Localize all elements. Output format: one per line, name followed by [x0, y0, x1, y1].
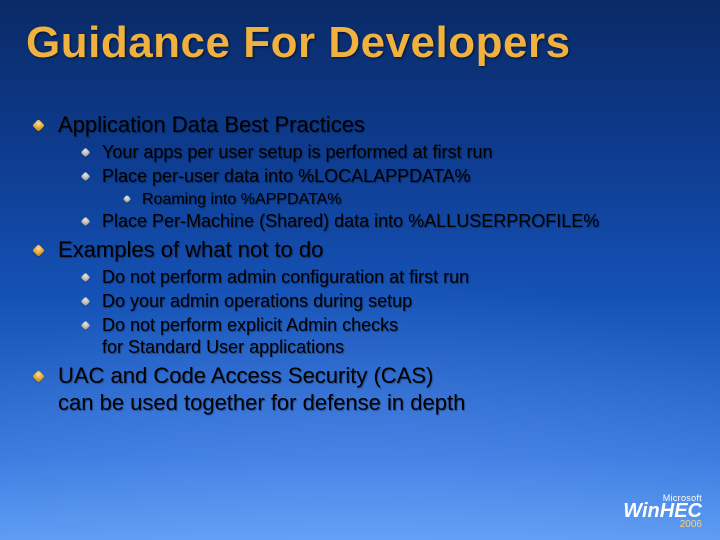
bullet-item: Roaming into %APPDATA% [124, 190, 680, 210]
bullet-list-level2: Your apps per user setup is performed at… [82, 142, 680, 233]
bullet-item: UAC and Code Access Security (CAS) can b… [34, 363, 680, 417]
slide-title: Guidance For Developers [26, 18, 571, 68]
footer-logo: Microsoft WinHEC 2006 [623, 494, 702, 530]
bullet-text: Roaming into %APPDATA% [142, 191, 341, 208]
bullet-list-level2: Do not perform admin configuration at fi… [82, 267, 680, 359]
slide: Guidance For Developers Application Data… [0, 0, 720, 540]
brand-main-text: WinHEC [623, 501, 702, 521]
bullet-item: Do not perform explicit Admin checks for… [82, 315, 680, 359]
bullet-text: Application Data Best Practices [58, 112, 365, 137]
bullet-item: Place per-user data into %LOCALAPPDATA% … [82, 166, 680, 209]
bullet-text: Do your admin operations during setup [102, 291, 412, 311]
bullet-item: Do your admin operations during setup [82, 291, 680, 313]
bullet-text: Your apps per user setup is performed at… [102, 142, 493, 162]
slide-content: Application Data Best Practices Your app… [34, 108, 680, 421]
bullet-item: Place Per-Machine (Shared) data into %AL… [82, 211, 680, 233]
bullet-item: Do not perform admin configuration at fi… [82, 267, 680, 289]
bullet-text: Do not perform admin configuration at fi… [102, 267, 469, 287]
bullet-text: Examples of what not to do [58, 237, 323, 262]
bullet-text: Place Per-Machine (Shared) data into %AL… [102, 211, 599, 231]
bullet-list-level1: Application Data Best Practices Your app… [34, 112, 680, 417]
bullet-item: Your apps per user setup is performed at… [82, 142, 680, 164]
bullet-list-level3: Roaming into %APPDATA% [124, 190, 680, 210]
bullet-item: Application Data Best Practices Your app… [34, 112, 680, 233]
bullet-text: Do not perform explicit Admin checks for… [102, 315, 398, 357]
bullet-item: Examples of what not to do Do not perfor… [34, 237, 680, 359]
bullet-text: UAC and Code Access Security (CAS) can b… [58, 363, 465, 415]
bullet-text: Place per-user data into %LOCALAPPDATA% [102, 166, 471, 186]
